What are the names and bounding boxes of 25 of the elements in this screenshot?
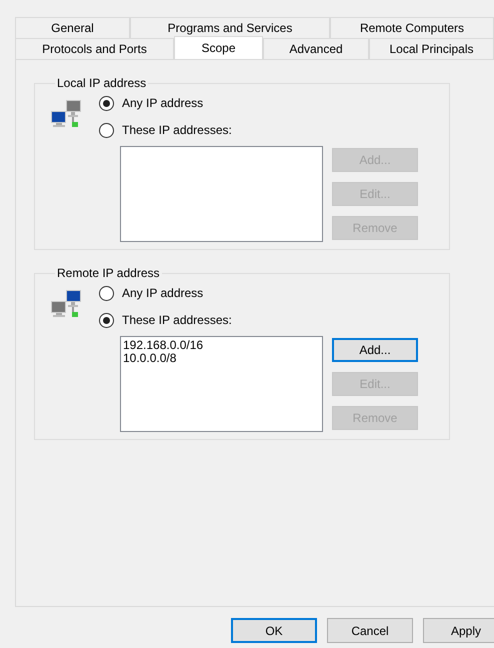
radio-option[interactable]: Any IP address xyxy=(99,94,418,112)
radio-button[interactable] xyxy=(99,286,114,300)
group-title: Remote IP address xyxy=(56,266,160,280)
dialog-button[interactable]: OK xyxy=(231,618,317,643)
address-list[interactable]: 192.168.0.0/16 10.0.0.0/8 xyxy=(120,336,323,432)
radio-option[interactable]: Any IP address xyxy=(99,284,418,302)
group-title: Local IP address xyxy=(56,76,148,90)
tab[interactable]: Programs and Services xyxy=(130,17,330,38)
tab[interactable]: Protocols and Ports xyxy=(15,38,174,59)
tab[interactable]: Advanced xyxy=(263,38,369,59)
tab[interactable]: Scope xyxy=(174,36,263,59)
address-item[interactable]: 192.168.0.0/16 xyxy=(123,339,320,352)
radio-button[interactable] xyxy=(99,122,114,138)
tab[interactable]: Local Principals xyxy=(369,38,494,59)
radio-option[interactable]: These IP addresses: xyxy=(99,311,418,329)
radio-button[interactable] xyxy=(99,312,114,328)
radio-button[interactable] xyxy=(99,96,114,110)
dialog-button[interactable]: Cancel xyxy=(327,618,413,643)
radio-option[interactable]: These IP addresses: xyxy=(99,121,418,139)
action-button[interactable]: Add... xyxy=(332,338,418,362)
address-list[interactable] xyxy=(120,146,323,242)
address-item[interactable]: 10.0.0.0/8 xyxy=(123,352,320,365)
dialog-button[interactable]: Apply xyxy=(423,618,494,643)
tab[interactable]: Remote Computers xyxy=(330,17,494,38)
tab[interactable]: General xyxy=(15,17,130,38)
